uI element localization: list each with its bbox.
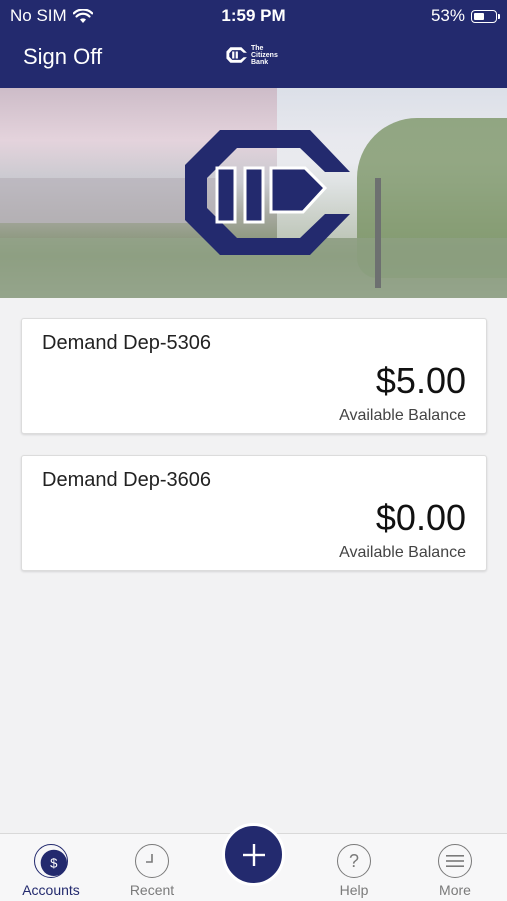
tcb-logo-icon (226, 47, 247, 63)
battery-group: 53% (430, 6, 500, 26)
balance-label: Available Balance (339, 544, 466, 561)
question-icon: ? (337, 844, 371, 878)
hero-banner (0, 88, 507, 298)
account-list: Demand Dep-5306 $5.00 Available Balance … (21, 318, 487, 592)
status-bar: No SIM 1:59 PM 53% (0, 0, 507, 30)
tab-label: Recent (129, 882, 175, 898)
app-header: Sign Off The Citizens Bank (0, 30, 507, 88)
plus-icon (242, 843, 265, 866)
menu-icon (438, 844, 472, 878)
sign-off-button[interactable]: Sign Off (23, 44, 102, 70)
battery-percent: 53% (430, 6, 465, 25)
header-logo: The Citizens Bank (226, 44, 278, 66)
battery-icon (471, 9, 500, 23)
tab-label: Accounts (22, 882, 80, 898)
tab-help[interactable]: ? Help (304, 834, 404, 901)
clock-icon (135, 844, 169, 878)
svg-text:$: $ (50, 856, 58, 871)
account-card[interactable]: Demand Dep-3606 $0.00 Available Balance (21, 455, 487, 571)
tab-label: More (439, 882, 471, 898)
tab-more[interactable]: More (405, 834, 505, 901)
dollar-icon: $ (34, 844, 68, 878)
account-name: Demand Dep-5306 (42, 332, 211, 354)
account-balance: $0.00 (375, 497, 466, 538)
add-action-button[interactable] (222, 823, 285, 886)
account-card[interactable]: Demand Dep-5306 $5.00 Available Balance (21, 318, 487, 434)
tab-accounts[interactable]: $ Accounts (1, 834, 101, 901)
balance-label: Available Balance (339, 407, 466, 424)
account-name: Demand Dep-3606 (42, 469, 211, 491)
tab-recent[interactable]: Recent (102, 834, 202, 901)
tcb-banner-logo (185, 130, 350, 255)
account-balance: $5.00 (375, 360, 466, 401)
tab-label: Help (339, 882, 369, 898)
header-logo-text: The Citizens Bank (251, 44, 278, 66)
